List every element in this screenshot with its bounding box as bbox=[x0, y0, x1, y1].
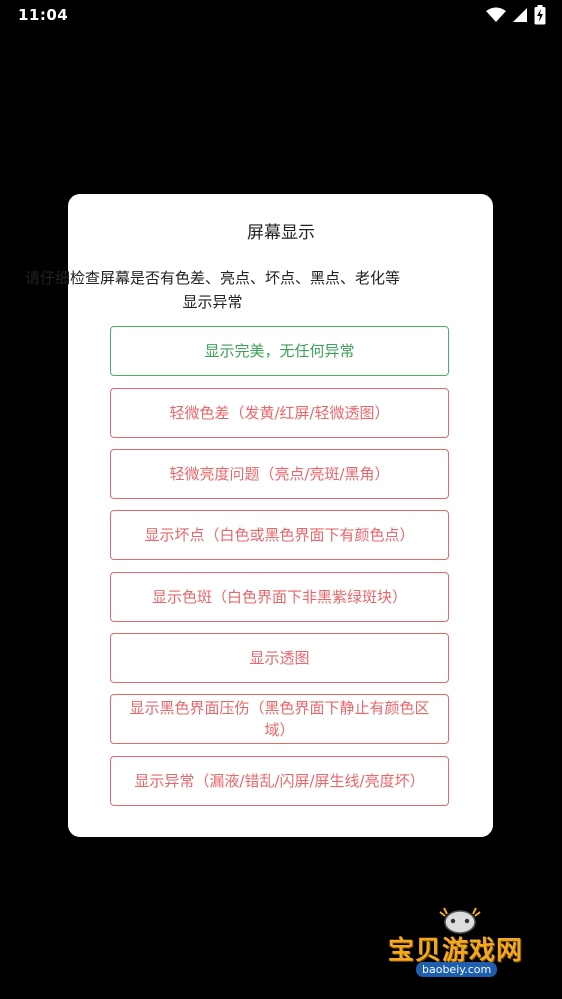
wifi-icon bbox=[486, 7, 506, 23]
option-button[interactable]: 显示黑色界面压伤（黑色界面下静止有颜色区域） bbox=[110, 694, 449, 744]
status-time: 11:04 bbox=[18, 6, 69, 24]
option-button[interactable]: 显示透图 bbox=[110, 633, 449, 683]
option-button[interactable]: 显示异常（漏液/错乱/闪屏/屏生线/亮度坏） bbox=[110, 756, 449, 806]
battery-charging-icon bbox=[534, 5, 546, 25]
option-button[interactable]: 显示完美，无任何异常 bbox=[110, 326, 449, 376]
screen: 11:04 屏幕显示 请仔细检查屏幕是否有色差、亮点、坏点、黑点、老化等显示异常… bbox=[0, 0, 562, 999]
dialog-title: 屏幕显示 bbox=[247, 223, 315, 243]
option-button[interactable]: 轻微亮度问题（亮点/亮斑/黑角） bbox=[110, 449, 449, 499]
option-button[interactable]: 轻微色差（发黄/红屏/轻微透图） bbox=[110, 388, 449, 438]
option-button[interactable]: 显示坏点（白色或黑色界面下有颜色点） bbox=[110, 510, 449, 560]
watermark-url: baobeiy.com bbox=[416, 962, 498, 977]
status-icons bbox=[486, 5, 546, 25]
cellular-signal-icon bbox=[512, 7, 528, 23]
status-bar: 11:04 bbox=[0, 0, 562, 32]
watermark: 宝贝游戏网 baobeiy.com bbox=[388, 906, 538, 984]
dialog-message: 请仔细检查屏幕是否有色差、亮点、坏点、黑点、老化等显示异常 bbox=[24, 269, 400, 311]
option-button[interactable]: 显示色斑（白色界面下非黑紫绿斑块） bbox=[110, 572, 449, 622]
